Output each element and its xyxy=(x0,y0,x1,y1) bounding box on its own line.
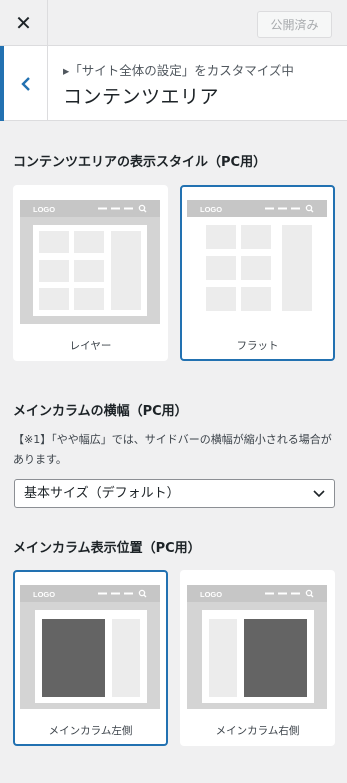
logo-text: LOGO xyxy=(33,205,55,214)
main-left-layout-thumbnail: LOGO xyxy=(20,585,160,709)
position-option-label: メインカラム左側 xyxy=(48,725,133,737)
logo-text: LOGO xyxy=(200,205,222,214)
section-header: ▸「サイト全体の設定」をカスタマイズ中 コンテンツエリア xyxy=(0,46,347,121)
main-width-selected-value: 基本サイズ（デフォルト） xyxy=(24,486,180,501)
content-style-heading: コンテンツエリアの表示スタイル（PC用） xyxy=(13,155,267,170)
layer-layout-thumbnail: LOGO xyxy=(20,200,160,324)
close-icon[interactable]: ✕ xyxy=(15,11,32,35)
style-option-label: レイヤー xyxy=(69,340,112,352)
main-width-heading: メインカラムの横幅（PC用） xyxy=(13,404,188,419)
customizer-topbar: ✕ 公開済み xyxy=(0,0,347,46)
close-button[interactable]: ✕ xyxy=(0,0,48,46)
style-option-flat[interactable]: LOGO フラット xyxy=(180,185,335,361)
chevron-left-icon[interactable] xyxy=(20,76,32,92)
breadcrumb: ▸「サイト全体の設定」をカスタマイズ中 xyxy=(63,63,294,78)
back-button[interactable] xyxy=(0,46,48,121)
logo-text: LOGO xyxy=(200,590,222,599)
main-right-layout-thumbnail: LOGO xyxy=(187,585,327,709)
flat-layout-thumbnail: LOGO xyxy=(187,200,327,311)
position-option-label: メインカラム右側 xyxy=(215,725,300,737)
logo-text: LOGO xyxy=(33,590,55,599)
main-width-note: 【※1】「やや幅広」では、サイドバーの横幅が縮小される場合があります。 xyxy=(13,433,332,466)
main-position-heading: メインカラム表示位置（PC用） xyxy=(13,541,201,556)
position-option-left[interactable]: LOGO メインカラム左側 xyxy=(13,570,168,746)
chevron-down-icon xyxy=(313,490,325,498)
style-option-label: フラット xyxy=(236,340,279,352)
publish-button[interactable]: 公開済み xyxy=(257,11,332,38)
style-option-layer[interactable]: LOGO レイヤー xyxy=(13,185,168,361)
position-option-right[interactable]: LOGO メインカラム右側 xyxy=(180,570,335,746)
section-title: コンテンツエリア xyxy=(63,86,220,108)
main-width-select[interactable]: 基本サイズ（デフォルト） xyxy=(14,479,335,508)
